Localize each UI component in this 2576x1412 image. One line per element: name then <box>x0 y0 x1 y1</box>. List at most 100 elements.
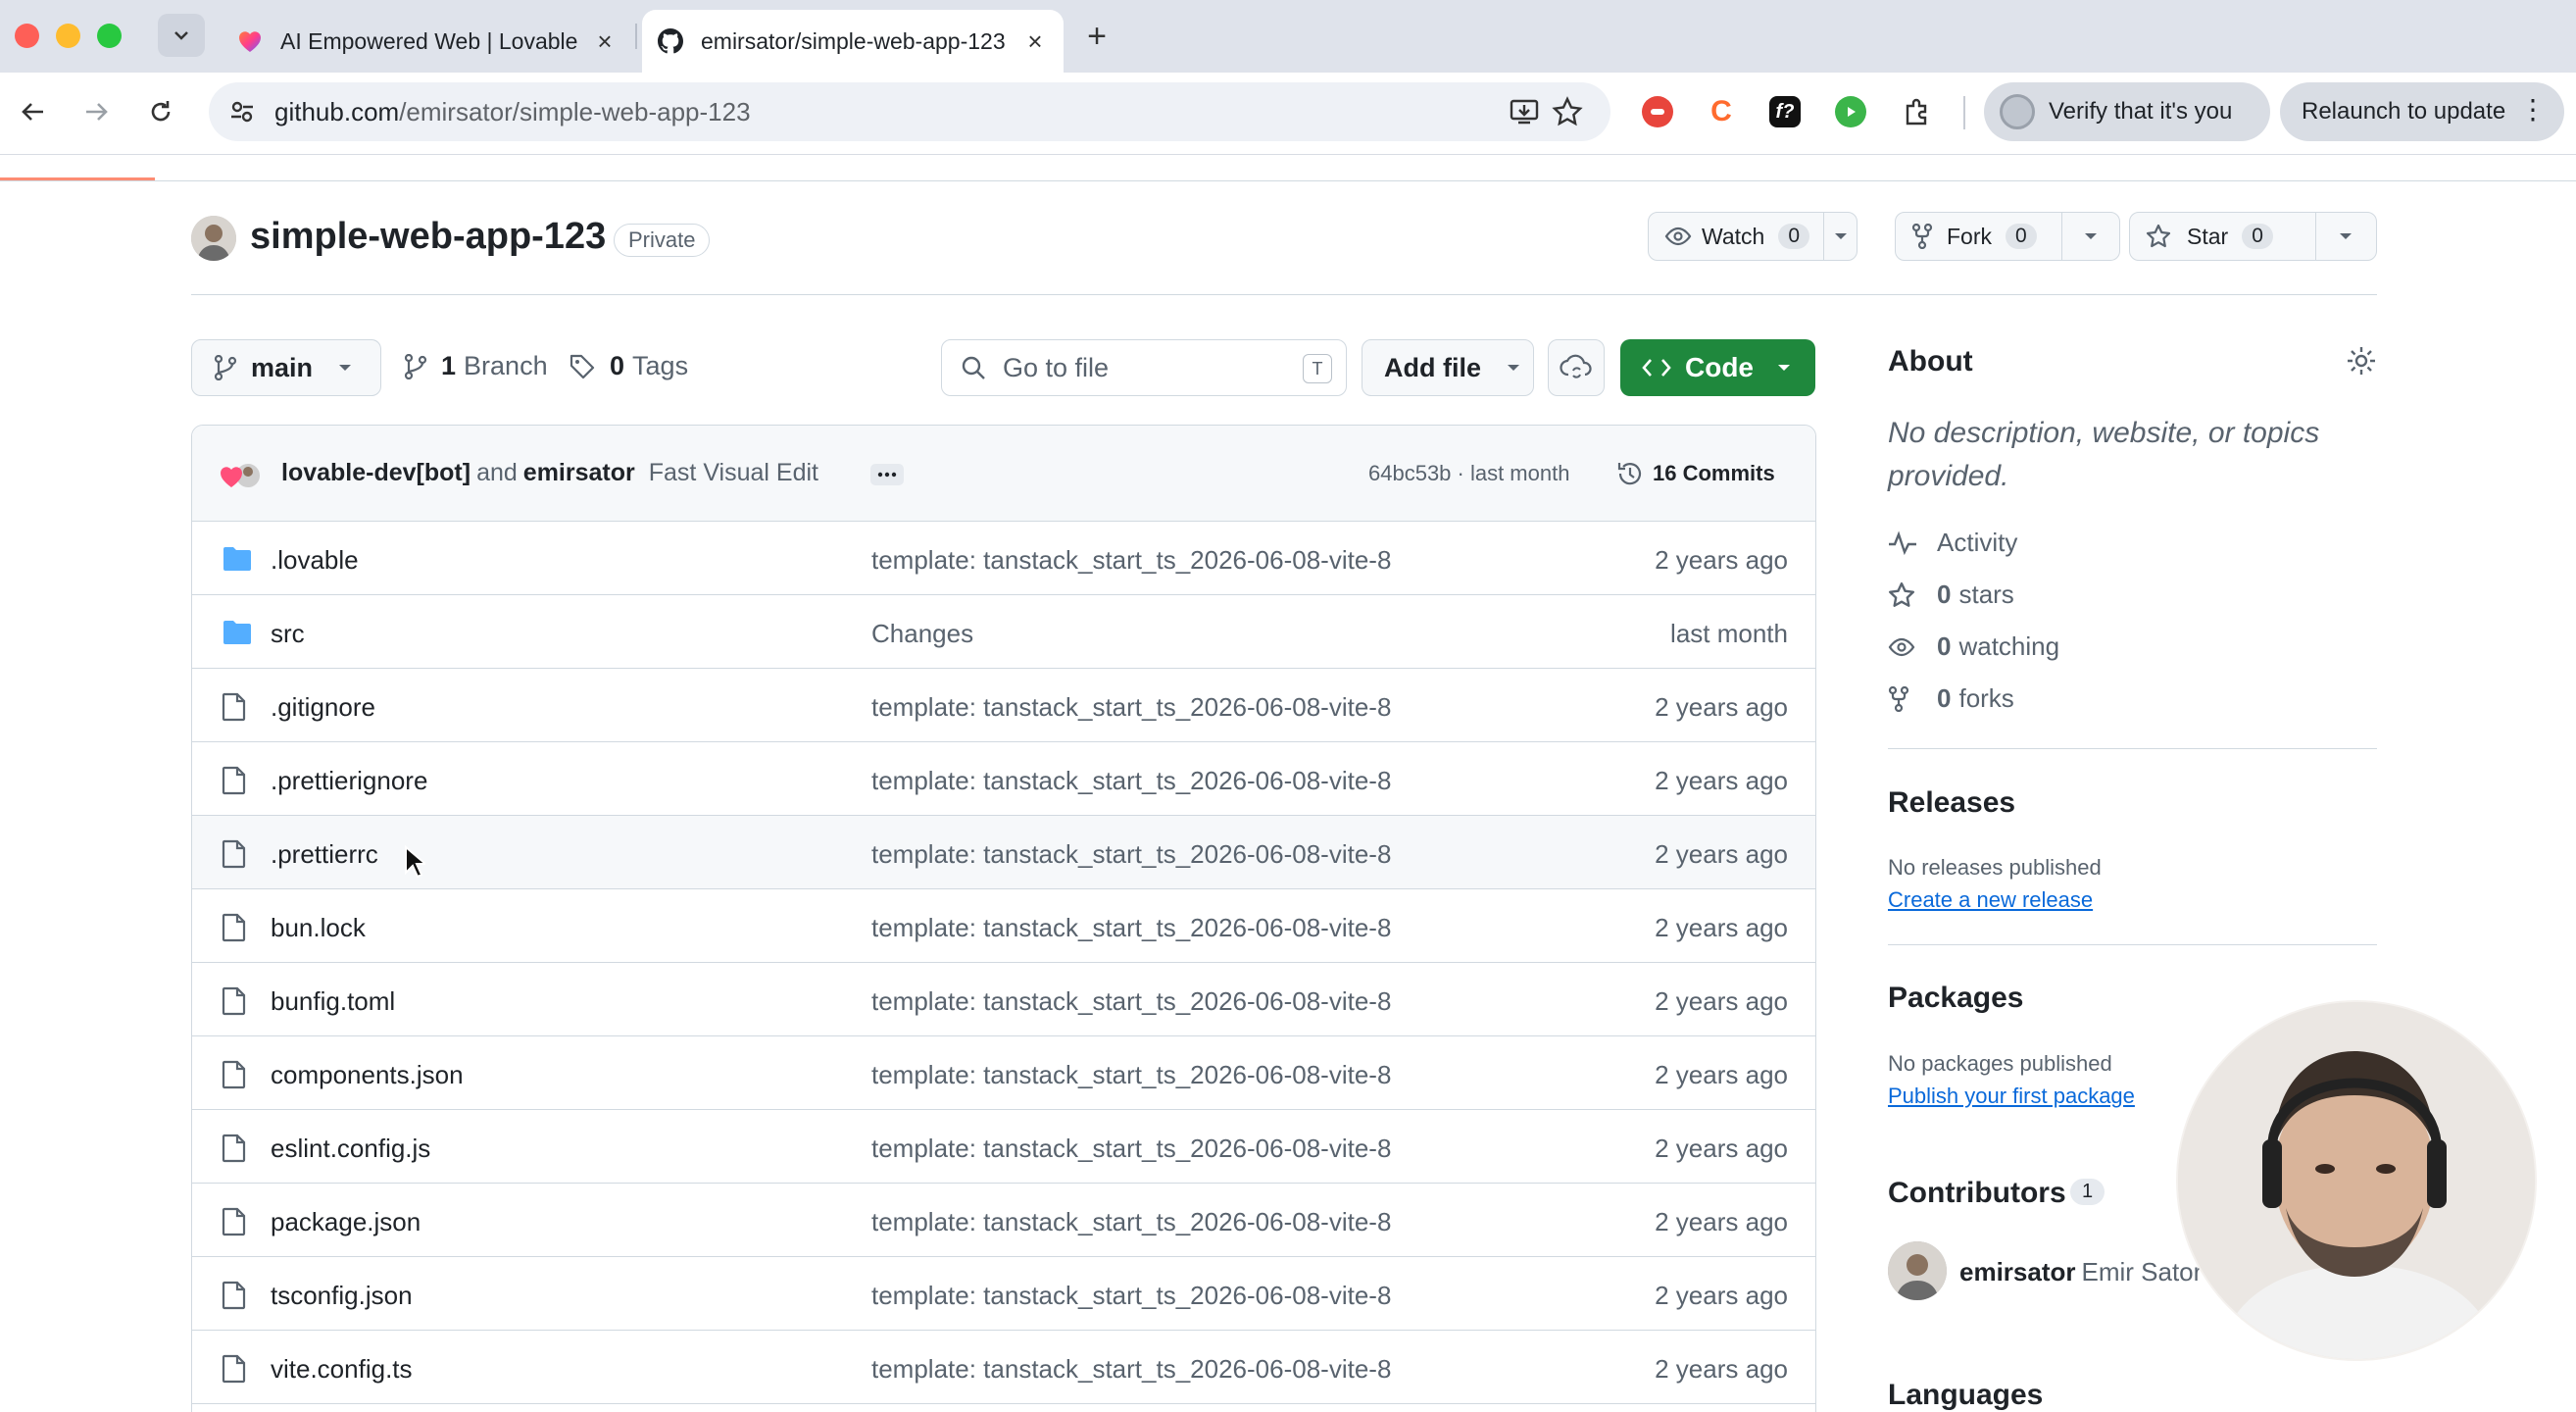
watch-dropdown[interactable] <box>1823 213 1857 260</box>
branch-count: 1 <box>441 351 457 380</box>
maximize-window-button[interactable] <box>97 24 122 48</box>
file-name[interactable]: package.json <box>271 1207 421 1237</box>
add-file-button[interactable]: Add file <box>1362 339 1534 396</box>
reload-button[interactable] <box>139 90 182 133</box>
tags-link[interactable]: 0 Tags <box>569 351 688 381</box>
stars-link[interactable]: 0 stars <box>1888 580 2014 610</box>
file-commit-message[interactable]: template: tanstack_start_ts_2026-06-08-v… <box>871 913 1391 943</box>
file-name[interactable]: .prettierrc <box>271 839 378 870</box>
star-button[interactable]: Star 0 <box>2129 212 2377 261</box>
contributor-avatar[interactable] <box>1888 1241 1947 1300</box>
file-name[interactable]: .gitignore <box>271 692 375 723</box>
file-row[interactable]: vite.config.ts template: tanstack_start_t… <box>192 1331 1815 1404</box>
file-name[interactable]: components.json <box>271 1060 464 1090</box>
branches-link[interactable]: 1 Branch <box>404 351 548 381</box>
extensions-puzzle-icon[interactable] <box>1901 96 1932 127</box>
file-commit-message[interactable]: template: tanstack_start_ts_2026-06-08-v… <box>871 692 1391 723</box>
contributor-name[interactable]: emirsator Emir Sator <box>1959 1257 2202 1287</box>
file-row[interactable]: bun.lock template: tanstack_start_ts_2026… <box>192 889 1815 963</box>
file-commit-message[interactable]: template: tanstack_start_ts_2026-06-08-v… <box>871 1354 1391 1385</box>
file-row[interactable]: .prettierignore template: tanstack_start_… <box>192 742 1815 816</box>
extension-play-icon[interactable] <box>1835 96 1866 127</box>
file-row[interactable]: tsconfig.json template: tanstack_start_ts… <box>192 1257 1815 1331</box>
file-row[interactable]: .lovable template: tanstack_start_ts_2026… <box>192 522 1815 595</box>
releases-heading[interactable]: Releases <box>1888 786 2015 820</box>
file-commit-message[interactable]: Changes <box>871 619 973 649</box>
commit-hash-age[interactable]: 64bc53b · last month <box>1368 461 1569 486</box>
star-main[interactable]: Star 0 <box>2130 213 2315 260</box>
activity-link[interactable]: Activity <box>1888 528 2017 558</box>
file-icon <box>222 839 246 869</box>
watch-main[interactable]: Watch 0 <box>1649 213 1823 260</box>
back-button[interactable] <box>12 90 55 133</box>
close-tab-icon[interactable]: × <box>592 26 618 56</box>
bookmark-star-icon[interactable] <box>1552 96 1583 127</box>
file-row[interactable]: package.json template: tanstack_start_ts_… <box>192 1184 1815 1257</box>
file-name[interactable]: bun.lock <box>271 913 366 943</box>
file-commit-message[interactable]: template: tanstack_start_ts_2026-06-08-v… <box>871 839 1391 870</box>
go-to-file-input[interactable]: Go to file T <box>941 339 1347 396</box>
branch-selector[interactable]: main <box>191 339 381 396</box>
new-tab-button[interactable]: + <box>1078 18 1115 55</box>
publish-package-link[interactable]: Publish your first package <box>1888 1084 2135 1109</box>
file-name[interactable]: bunfig.toml <box>271 986 395 1017</box>
file-commit-message[interactable]: template: tanstack_start_ts_2026-06-08-v… <box>871 1134 1391 1164</box>
close-window-button[interactable] <box>15 24 39 48</box>
forward-button[interactable] <box>74 90 118 133</box>
file-row[interactable]: components.json template: tanstack_start_… <box>192 1036 1815 1110</box>
tab-search-button[interactable] <box>158 14 205 57</box>
repo-name[interactable]: simple-web-app-123 <box>250 216 606 258</box>
file-row[interactable]: bunfig.toml template: tanstack_start_ts_2… <box>192 963 1815 1036</box>
packages-heading[interactable]: Packages <box>1888 982 2023 1015</box>
forks-label: forks <box>1958 683 2014 713</box>
commit-summary: lovable-dev[bot] and emirsator Fast Visual … <box>281 459 818 487</box>
file-commit-message[interactable]: template: tanstack_start_ts_2026-06-08-v… <box>871 1060 1391 1090</box>
file-commit-message[interactable]: template: tanstack_start_ts_2026-06-08-v… <box>871 1207 1391 1237</box>
extension-red-icon[interactable] <box>1642 96 1673 127</box>
file-name[interactable]: src <box>271 619 305 649</box>
commit-message[interactable]: Fast Visual Edit <box>649 459 818 486</box>
file-name[interactable]: .lovable <box>271 545 359 576</box>
site-settings-icon[interactable] <box>228 98 256 126</box>
file-name[interactable]: tsconfig.json <box>271 1281 413 1311</box>
relaunch-button[interactable]: Relaunch to update ⋮ <box>2280 82 2564 141</box>
contributors-heading[interactable]: Contributors <box>1888 1177 2066 1210</box>
file-row[interactable]: .prettierrc template: tanstack_start_ts_2… <box>192 816 1815 889</box>
file-name[interactable]: eslint.config.js <box>271 1134 430 1164</box>
star-dropdown[interactable] <box>2314 213 2376 260</box>
minimize-window-button[interactable] <box>56 24 80 48</box>
tab-github[interactable]: emirsator/simple-web-app-123 × <box>642 10 1064 73</box>
fork-dropdown[interactable] <box>2060 213 2119 260</box>
commit-author-2[interactable]: emirsator <box>523 459 635 486</box>
code-button[interactable]: Code <box>1620 339 1815 396</box>
expand-commit-button[interactable] <box>870 464 904 485</box>
forks-link[interactable]: 0 forks <box>1888 683 2014 714</box>
file-row[interactable]: src Changes last month <box>192 595 1815 669</box>
watch-button[interactable]: Watch 0 <box>1648 212 1858 261</box>
address-bar[interactable]: github.com/emirsator/simple-web-app-123 <box>209 82 1610 141</box>
watching-link[interactable]: 0 watching <box>1888 631 2059 662</box>
commit-author-1[interactable]: lovable-dev[bot] <box>281 459 471 486</box>
file-name[interactable]: .prettierignore <box>271 766 427 796</box>
file-commit-message[interactable]: template: tanstack_start_ts_2026-06-08-v… <box>871 986 1391 1017</box>
verify-identity-button[interactable]: Verify that it's you <box>1984 82 2270 141</box>
tab-lovable[interactable]: AI Empowered Web | Lovable × <box>222 10 633 73</box>
fork-main[interactable]: Fork 0 <box>1896 213 2061 260</box>
fork-button[interactable]: Fork 0 <box>1895 212 2120 261</box>
create-release-link[interactable]: Create a new release <box>1888 887 2093 913</box>
file-row[interactable]: eslint.config.js template: tanstack_start… <box>192 1110 1815 1184</box>
extension-c-icon[interactable]: C <box>1706 95 1737 127</box>
file-name[interactable]: vite.config.ts <box>271 1354 413 1385</box>
file-commit-message[interactable]: template: tanstack_start_ts_2026-06-08-v… <box>871 545 1391 576</box>
owner-avatar[interactable] <box>191 216 236 261</box>
file-commit-message[interactable]: template: tanstack_start_ts_2026-06-08-v… <box>871 766 1391 796</box>
file-commit-message[interactable]: template: tanstack_start_ts_2026-06-08-v… <box>871 1281 1391 1311</box>
close-tab-icon[interactable]: × <box>1022 26 1048 56</box>
more-vertical-icon[interactable]: ⋮ <box>2519 96 2547 124</box>
file-row[interactable]: .gitignore template: tanstack_start_ts_20… <box>192 669 1815 742</box>
gear-icon[interactable] <box>2346 345 2377 377</box>
extension-formula-icon[interactable]: f? <box>1769 96 1801 127</box>
install-app-icon[interactable] <box>1509 96 1540 127</box>
commits-history-link[interactable]: 16 Commits <box>1615 459 1775 488</box>
cloud-sync-button[interactable] <box>1548 339 1605 396</box>
